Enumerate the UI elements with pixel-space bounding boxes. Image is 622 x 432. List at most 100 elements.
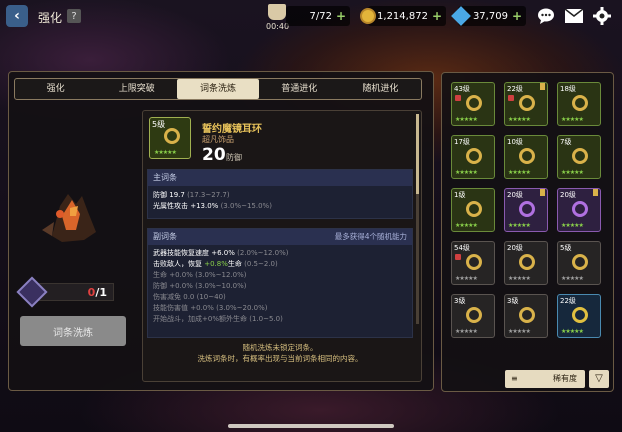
stamina-plus-button[interactable]: + [336,9,346,23]
filter-button[interactable]: ▽ [589,370,609,388]
main-stat-row: 防御 19.7 (17.3~27.7) [153,191,230,199]
mail-button[interactable] [564,6,584,26]
tab-normal-evolve[interactable]: 普通进化 [259,79,340,99]
stamina-icon [268,4,286,20]
item-stars: ★★★★★ [154,149,177,156]
back-button[interactable]: ‹ [6,5,28,27]
inventory-slot[interactable]: 22级 ★★★★★ [557,294,601,338]
slot-stars: ★★★★★ [455,116,478,123]
mail-icon [565,9,583,23]
reroll-level: 0/1 [87,286,107,299]
sub-stat-row: 击败敌人，恢复 +0.8%生命 (0.5~2.0) [153,260,278,268]
inventory-slot[interactable]: 20级 ★★★★★ [504,241,548,285]
slot-stars: ★★★★★ [455,169,478,176]
sub-stat-row: 生命 +0.0% (3.0%~12.0%) [153,271,247,279]
sub-stats-header: 副词条 最多获得4个随机能力 [148,229,412,245]
slot-tier: 3级 [507,297,519,305]
chat-icon [538,8,554,24]
page-title: 强化 [38,11,63,25]
inventory-slot[interactable]: 3级 ★★★★★ [451,294,495,338]
reroll-button[interactable]: 词条洗炼 [20,316,126,346]
inventory-slot[interactable]: 3级 ★★★★★ [504,294,548,338]
slot-tier: 22级 [507,85,523,93]
tab-bar: 强化 上限突破 词条洗炼 普通进化 随机进化 [14,78,422,100]
gold-plus-button[interactable]: + [432,9,442,23]
tab-random-evolve[interactable]: 随机进化 [340,79,421,99]
top-bar: ‹ 强化 ? 00:40 7/72 + 1,214,872 + 37,709 + [0,0,622,34]
accessory-icon [519,201,535,217]
bookmark-icon [540,189,545,196]
slot-tier: 3级 [454,297,466,305]
stamina-value: 7/72 [309,10,332,22]
slot-tier: 17级 [454,138,470,146]
bookmark-icon [540,83,545,90]
slot-tier: 22级 [560,297,576,305]
sort-button[interactable]: ≡ 稀有度 [505,370,585,388]
tab-limit-break[interactable]: 上限突破 [96,79,177,99]
scrollbar-thumb[interactable] [416,114,419,194]
gem-counter: 37,709 + [451,6,526,26]
inventory-slot[interactable]: 7级 ★★★★★ [557,135,601,179]
filter-icon: ▽ [595,373,603,384]
accessory-icon [572,307,588,323]
slot-tier: 20级 [507,191,523,199]
item-value-label: 防御 [226,153,242,162]
gem-plus-button[interactable]: + [512,9,522,23]
sort-label: 稀有度 [553,374,577,383]
sub-stats-title: 副词条 [153,232,177,241]
lock-icon [508,95,514,101]
inventory-slot[interactable]: 22级 ★★★★★ [504,82,548,126]
lock-icon [455,95,461,101]
inventory-slot[interactable]: 5级 ★★★★★ [557,241,601,285]
help-button[interactable]: ? [67,9,81,23]
back-arrow-icon: ‹ [14,8,20,24]
slot-stars: ★★★★★ [455,222,478,229]
slot-stars: ★★★★★ [561,275,584,282]
inventory-slot[interactable]: 10级 ★★★★★ [504,135,548,179]
gear-icon [593,7,611,25]
gold-counter: 1,214,872 + [360,6,446,26]
inventory-slot[interactable]: 54级 ★★★★★ [451,241,495,285]
accessory-icon [466,148,482,164]
footnote-line: 随机洗炼未锁定词条。 [242,343,318,352]
inventory-slot[interactable]: 20级 ★★★★★ [504,188,548,232]
chat-button[interactable] [536,6,556,26]
tab-reroll[interactable]: 词条洗炼 [177,79,259,99]
slot-stars: ★★★★★ [508,169,531,176]
sub-stats-section: 副词条 最多获得4个随机能力 武器技能恢复速度 +6.0% (2.0%~12.0… [147,228,413,338]
inventory-slot[interactable]: 1级 ★★★★★ [451,188,495,232]
lock-icon [455,254,461,260]
settings-button[interactable] [592,6,612,26]
slot-stars: ★★★★★ [561,116,584,123]
accessory-icon [466,201,482,217]
accessory-icon [466,307,482,323]
accessory-icon [466,95,482,111]
sub-stat-row: 伤害减免 0.0 (10~40) [153,293,226,301]
slot-tier: 20级 [507,244,523,252]
item-icon: 5级 ★★★★★ [149,117,191,159]
tab-enhance[interactable]: 强化 [15,79,96,99]
slot-stars: ★★★★★ [508,275,531,282]
slot-tier: 43级 [454,85,470,93]
sub-stats-hint: 最多获得4个随机能力 [334,232,407,241]
slot-tier: 1级 [454,191,466,199]
accessory-icon [466,254,482,270]
sub-stat-row: 防御 +0.0% (3.0%~10.0%) [153,282,247,290]
inventory-slot[interactable]: 17级 ★★★★★ [451,135,495,179]
slot-stars: ★★★★★ [455,275,478,282]
bookmark-icon [593,189,598,196]
sub-stat-row: 技能伤害值 +0.0% (3.0%~20.0%) [153,304,268,312]
earring-icon [164,128,180,144]
inventory-slot[interactable]: 43级 ★★★★★ [451,82,495,126]
item-rarity: 超凡饰品 [202,135,234,144]
sub-stat-row: 开始战斗，加成+0%额外生命 (1.0~5.0) [153,315,283,323]
accessory-icon [519,148,535,164]
detail-scrollbar[interactable] [416,114,419,324]
inventory-slot[interactable]: 18级 ★★★★★ [557,82,601,126]
accessory-icon [519,95,535,111]
reroll-footnote: 随机洗炼未锁定词条。 洗炼词条时，有概率出现与当前词条相同的内容。 [147,342,413,364]
slot-stars: ★★★★★ [508,116,531,123]
sub-stat-row: 武器技能恢复速度 +6.0% (2.0%~12.0%) [153,249,289,257]
inventory-slot[interactable]: 20级 ★★★★★ [557,188,601,232]
item-main-value: 20 [202,145,226,165]
